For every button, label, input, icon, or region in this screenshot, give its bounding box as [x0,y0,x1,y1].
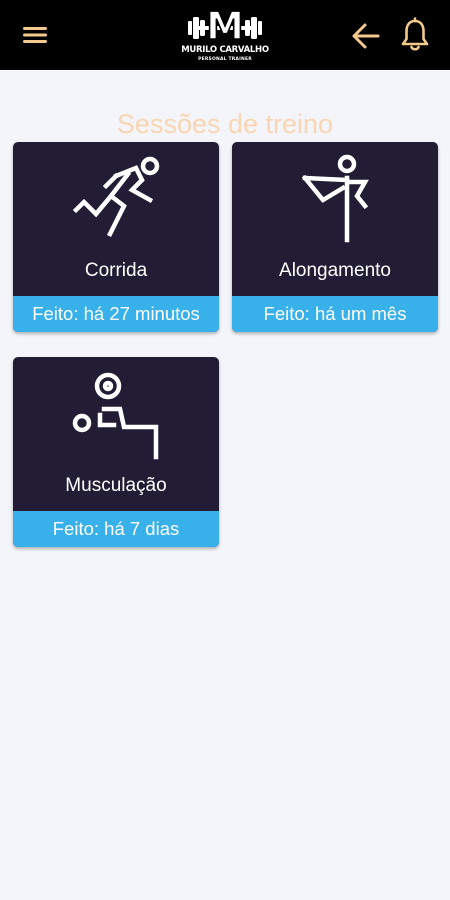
session-status: Feito: há 7 dias [13,511,219,547]
session-status: Feito: há 27 minutos [13,296,219,332]
session-card-alongamento[interactable]: Alongamento Feito: há um mês [232,142,438,332]
back-button[interactable] [348,18,384,54]
menu-button[interactable] [16,20,56,50]
barbell-logo-icon: M [188,4,262,46]
session-status: Feito: há um mês [232,296,438,332]
card-icon-container [13,357,219,469]
session-card-corrida[interactable]: Corrida Feito: há 27 minutos [13,142,219,332]
bell-icon [401,17,429,51]
notifications-button[interactable] [396,16,434,54]
weightlifting-icon [72,372,159,460]
menu-icon [23,27,47,43]
running-icon [72,156,160,238]
session-title: Alongamento [279,260,391,281]
card-icon-container [232,142,438,254]
session-card-musculacao[interactable]: Musculação Feito: há 7 dias [13,357,219,547]
page-title: Sessões de treino [116,109,334,140]
app-bar: M MURILO CARVALHO PERSONAL TRAINER [0,0,450,70]
session-title: Corrida [84,260,148,281]
brand-logo: M MURILO CARVALHO PERSONAL TRAINER [180,4,270,68]
arrow-left-icon [352,23,380,49]
stretching-icon [301,154,369,243]
card-icon-container [13,142,219,254]
logo-letter: M [206,4,244,46]
session-title: Musculação [65,475,167,496]
brand-subtitle: PERSONAL TRAINER [198,57,252,62]
brand-name: MURILO CARVALHO [181,45,269,55]
